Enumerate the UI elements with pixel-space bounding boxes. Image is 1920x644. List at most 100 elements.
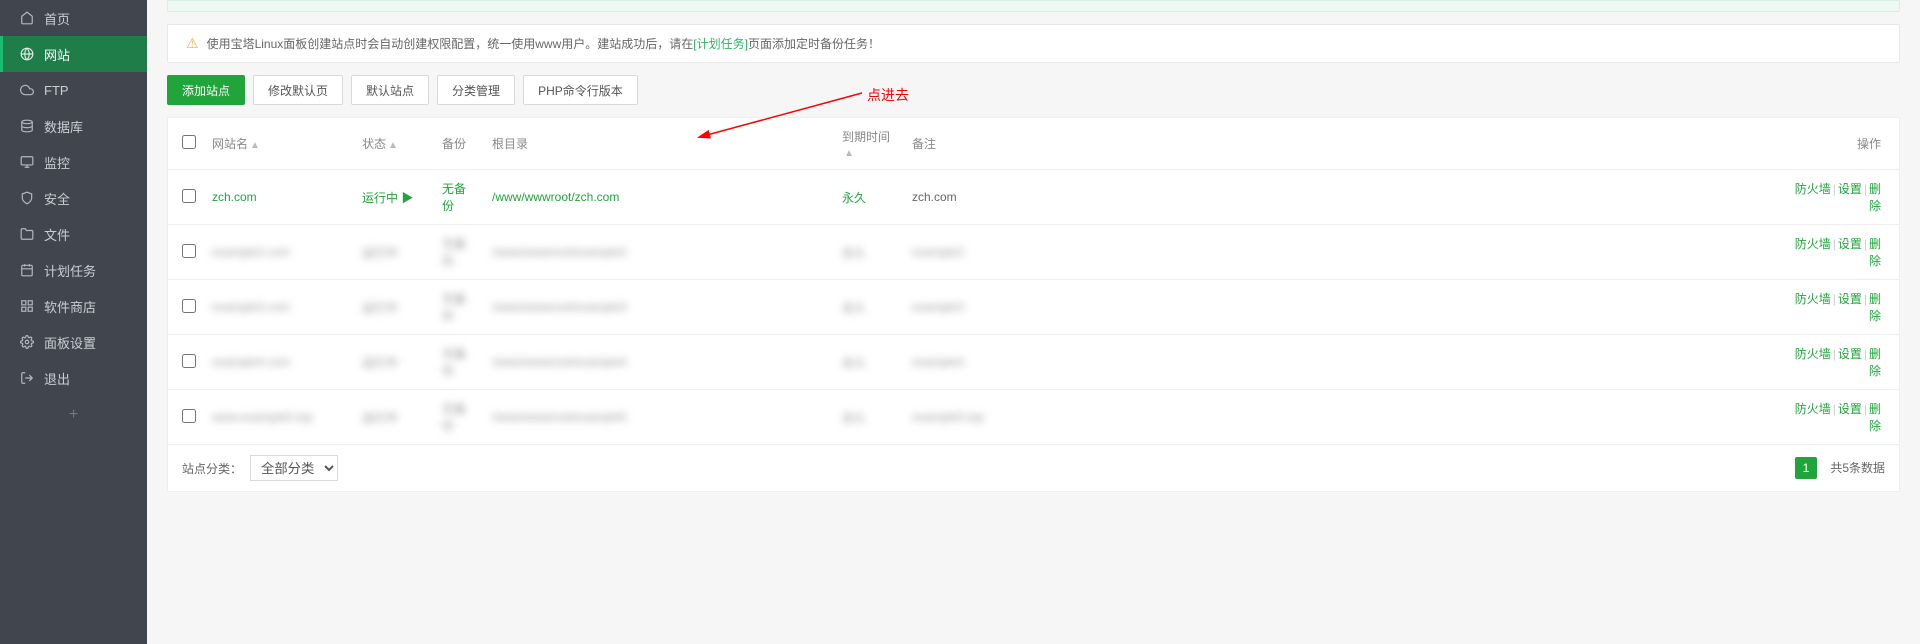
status-text[interactable]: 运行中 ▶	[362, 191, 413, 205]
sidebar-item-gear[interactable]: 面板设置	[0, 324, 147, 360]
calendar-icon	[20, 263, 34, 277]
root-path-link[interactable]: /www/wwwroot/zch.com	[492, 190, 619, 204]
expire-text[interactable]: 永久	[842, 301, 866, 315]
sidebar-item-exit[interactable]: 退出	[0, 360, 147, 396]
edit-default-page-button[interactable]: 修改默认页	[253, 75, 343, 105]
table-row: zch.com运行中 ▶无备份/www/wwwroot/zch.com永久zch…	[168, 170, 1899, 225]
header-remark: 备注	[904, 118, 1779, 170]
header-expire[interactable]: 到期时间▲	[834, 118, 904, 170]
expire-text[interactable]: 永久	[842, 356, 866, 370]
delete-link[interactable]: 删除	[1869, 347, 1881, 378]
pagination: 1 共5条数据	[1795, 457, 1885, 479]
php-cli-version-button[interactable]: PHP命令行版本	[523, 75, 638, 105]
backup-link[interactable]: 无备份	[442, 402, 466, 433]
sidebar-item-globe[interactable]: 网站	[0, 36, 147, 72]
sidebar-item-monitor[interactable]: 监控	[0, 144, 147, 180]
firewall-link[interactable]: 防火墙	[1795, 182, 1831, 196]
site-name-link[interactable]: zch.com	[212, 190, 257, 204]
header-site-name[interactable]: 网站名▲	[204, 118, 354, 170]
shield-icon	[20, 191, 34, 205]
table-header-row: 网站名▲ 状态▲ 备份 根目录 到期时间▲ 备注 操作	[168, 118, 1899, 170]
settings-link[interactable]: 设置	[1838, 292, 1862, 306]
sidebar-item-label: 数据库	[44, 117, 83, 136]
sidebar-item-label: 面板设置	[44, 333, 96, 352]
sidebar-item-shield[interactable]: 安全	[0, 180, 147, 216]
page-current[interactable]: 1	[1795, 457, 1817, 479]
root-path-link[interactable]: /www/wwwroot/example2	[492, 245, 627, 259]
row-checkbox[interactable]	[182, 299, 196, 313]
sidebar-item-app[interactable]: 软件商店	[0, 288, 147, 324]
backup-link[interactable]: 无备份	[442, 347, 466, 378]
delete-link[interactable]: 删除	[1869, 292, 1881, 323]
firewall-link[interactable]: 防火墙	[1795, 402, 1831, 416]
home-icon	[20, 11, 34, 25]
total-count: 共5条数据	[1830, 461, 1885, 475]
settings-link[interactable]: 设置	[1838, 402, 1862, 416]
status-text[interactable]: 运行中	[362, 411, 398, 425]
row-checkbox[interactable]	[182, 354, 196, 368]
header-status[interactable]: 状态▲	[354, 118, 434, 170]
site-name-link[interactable]: www.example5.top	[212, 410, 313, 424]
backup-link[interactable]: 无备份	[442, 182, 466, 213]
root-path-link[interactable]: /www/wwwroot/example4	[492, 355, 627, 369]
sidebar-item-label: 退出	[44, 369, 70, 388]
site-name-link[interactable]: example2.com	[212, 245, 290, 259]
sidebar-item-calendar[interactable]: 计划任务	[0, 252, 147, 288]
backup-link[interactable]: 无备份	[442, 237, 466, 268]
sidebar-item-home[interactable]: 首页	[0, 0, 147, 36]
info-link[interactable]: [计划任务]	[693, 37, 748, 51]
backup-link[interactable]: 无备份	[442, 292, 466, 323]
header-backup: 备份	[434, 118, 484, 170]
status-text[interactable]: 运行中	[362, 356, 398, 370]
settings-link[interactable]: 设置	[1838, 182, 1862, 196]
table-row: www.example5.top 运行中 无备份/www/wwwroot/examp…	[168, 390, 1899, 445]
sort-arrow-icon: ▲	[388, 140, 398, 151]
sidebar-item-label: FTP	[44, 83, 69, 98]
row-checkbox[interactable]	[182, 409, 196, 423]
remark-text: example3	[912, 300, 964, 314]
site-name-link[interactable]: example3.com	[212, 300, 290, 314]
row-ops: 防火墙|设置|删除	[1779, 280, 1899, 335]
sidebar-item-cloud[interactable]: FTP	[0, 72, 147, 108]
gear-icon	[20, 335, 34, 349]
delete-link[interactable]: 删除	[1869, 237, 1881, 268]
row-ops: 防火墙|设置|删除	[1779, 335, 1899, 390]
sidebar-add-button[interactable]: +	[0, 396, 147, 434]
expire-text[interactable]: 永久	[842, 411, 866, 425]
status-text[interactable]: 运行中	[362, 301, 398, 315]
folder-icon	[20, 227, 34, 241]
delete-link[interactable]: 删除	[1869, 402, 1881, 433]
expire-text[interactable]: 永久	[842, 246, 866, 260]
monitor-icon	[20, 155, 34, 169]
expire-text[interactable]: 永久	[842, 191, 866, 205]
default-site-button[interactable]: 默认站点	[351, 75, 429, 105]
table-footer: 站点分类： 全部分类 1 共5条数据	[168, 445, 1899, 491]
sidebar-item-database[interactable]: 数据库	[0, 108, 147, 144]
select-all-checkbox[interactable]	[182, 135, 196, 149]
settings-link[interactable]: 设置	[1838, 237, 1862, 251]
status-text[interactable]: 运行中	[362, 246, 398, 260]
firewall-link[interactable]: 防火墙	[1795, 292, 1831, 306]
info-text-after: 页面添加定时备份任务！	[748, 37, 880, 51]
root-path-link[interactable]: /www/wwwroot/example5	[492, 410, 627, 424]
root-path-link[interactable]: /www/wwwroot/example3	[492, 300, 627, 314]
table-row: example4.com 运行中 无备份/www/wwwroot/example4 永…	[168, 335, 1899, 390]
row-checkbox[interactable]	[182, 244, 196, 258]
header-root: 根目录	[484, 118, 834, 170]
site-table: 网站名▲ 状态▲ 备份 根目录 到期时间▲ 备注 操作 zch.com 运行中 ▶…	[167, 117, 1900, 492]
sidebar-item-label: 文件	[44, 225, 70, 244]
category-manage-button[interactable]: 分类管理	[437, 75, 515, 105]
sidebar-item-folder[interactable]: 文件	[0, 216, 147, 252]
settings-link[interactable]: 设置	[1838, 347, 1862, 361]
row-ops: 防火墙|设置|删除	[1779, 390, 1899, 445]
delete-link[interactable]: 删除	[1869, 182, 1881, 213]
sidebar-item-label: 监控	[44, 153, 70, 172]
site-name-link[interactable]: example4.com	[212, 355, 290, 369]
firewall-link[interactable]: 防火墙	[1795, 237, 1831, 251]
remark-text: example5.top	[912, 410, 984, 424]
category-select[interactable]: 全部分类	[250, 455, 338, 481]
firewall-link[interactable]: 防火墙	[1795, 347, 1831, 361]
row-checkbox[interactable]	[182, 189, 196, 203]
database-icon	[20, 119, 34, 133]
add-site-button[interactable]: 添加站点	[167, 75, 245, 105]
